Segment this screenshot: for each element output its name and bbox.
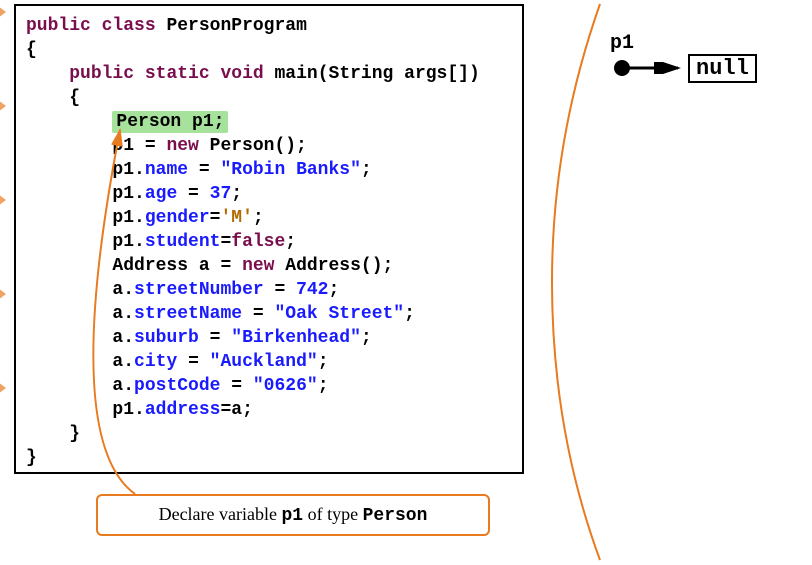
var: p1: [112, 136, 134, 156]
brace-close: }: [69, 424, 80, 444]
highlighted-line: Person p1;: [112, 111, 228, 133]
caption-type: Person: [363, 506, 428, 526]
keyword-public: public: [26, 16, 91, 36]
number-literal: 37: [210, 184, 232, 204]
param-type: String: [329, 64, 394, 84]
field-name: name: [145, 160, 188, 180]
caption-var: p1: [282, 506, 304, 526]
keyword-new: new: [166, 136, 198, 156]
caption-text: of type: [303, 504, 362, 524]
reference-arrow-icon: [628, 62, 684, 74]
object-diagram: p1 null: [610, 32, 800, 92]
param-name: args[]: [404, 64, 469, 84]
caption-text: Declare variable: [159, 504, 282, 524]
variable-label: p1: [610, 32, 634, 55]
string-literal: "Robin Banks": [220, 160, 360, 180]
keyword-static: static: [145, 64, 210, 84]
annotation-caption: Declare variable p1 of type Person: [96, 494, 490, 536]
brace-open: {: [69, 88, 80, 108]
method-name: main: [275, 64, 318, 84]
progress-markers: [0, 6, 12, 486]
keyword-void: void: [220, 64, 263, 84]
keyword-class: class: [102, 16, 156, 36]
keyword-public: public: [69, 64, 134, 84]
brace-close: }: [26, 448, 37, 468]
char-literal: 'M': [220, 208, 252, 228]
null-value-box: null: [688, 54, 757, 83]
code-listing: public class PersonProgram { public stat…: [14, 4, 524, 474]
brace-open: {: [26, 40, 37, 60]
class-name: PersonProgram: [166, 16, 306, 36]
keyword-false: false: [231, 232, 285, 252]
